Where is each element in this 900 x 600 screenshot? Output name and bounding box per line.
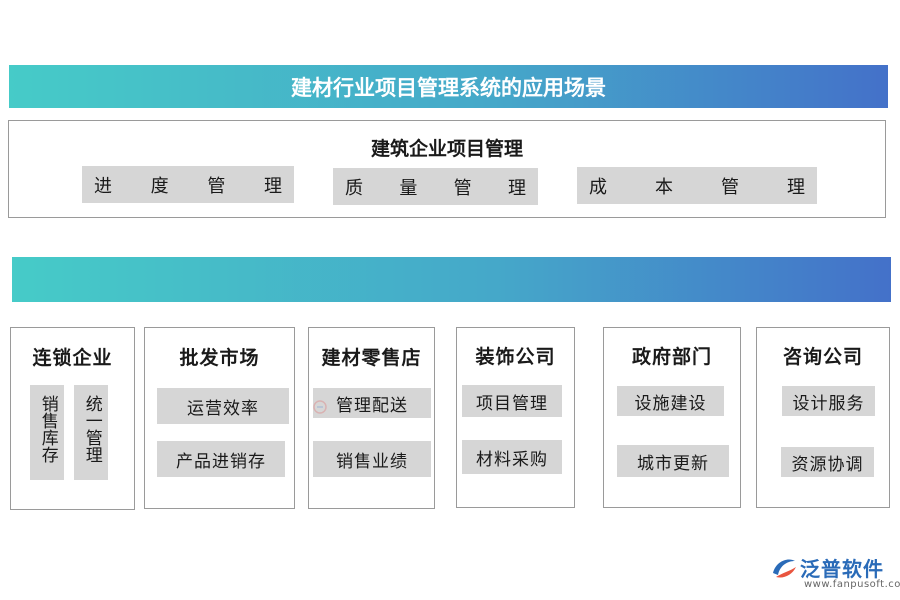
scenario-card-wholesale-market: 批发市场 运营效率 产品进销存 [144, 327, 295, 509]
tag-char: 管 [453, 177, 472, 199]
scenario-card-title: 连锁企业 [32, 347, 113, 369]
scenario-card-decoration-company: 装饰公司 项目管理 材料采购 [456, 327, 575, 508]
scenario-card-title: 咨询公司 [782, 346, 863, 368]
cost-management-tag: 成 本 管 理 [577, 167, 817, 204]
tag-char: 理 [507, 177, 526, 199]
scenario-item: 资源协调 [781, 447, 874, 477]
scenario-card-title: 建材零售店 [321, 347, 422, 369]
logo-name: 泛普软件 [800, 557, 884, 581]
fanpu-logo: 泛普软件 www.fanpusoft.com [770, 553, 900, 593]
construction-project-box: 建筑企业项目管理 进 度 管 理 质 量 管 理 成 本 管 理 [8, 120, 886, 218]
scenario-item: 项目管理 [462, 385, 562, 417]
tag-char: 成 [589, 176, 607, 198]
scenario-item: 材料采购 [462, 440, 562, 474]
scenario-item: 城市更新 [617, 445, 729, 477]
logo-url: www.fanpusoft.com [804, 579, 900, 590]
tag-char: 管 [721, 176, 739, 198]
scenario-banner [12, 257, 891, 302]
page-title: 建材行业项目管理系统的应用场景 [291, 74, 606, 100]
scenario-item: 统一管理 [74, 385, 108, 480]
scenario-card-retail-store: 建材零售店 管理配送 销售业绩 [308, 327, 435, 509]
tag-char: 质 [345, 177, 363, 199]
fanpu-logo-icon [773, 559, 796, 578]
scenario-card-chain-enterprise: 连锁企业 销售库存 统一管理 [10, 327, 135, 510]
tag-char: 进 [94, 175, 112, 197]
tag-char: 管 [207, 175, 226, 197]
scenario-item: 设施建设 [617, 386, 724, 416]
tag-char: 本 [655, 176, 673, 198]
watermark-icon [313, 400, 327, 414]
scenario-card-consulting: 咨询公司 设计服务 资源协调 [756, 327, 890, 508]
quality-management-tag: 质 量 管 理 [333, 168, 538, 205]
page-title-banner: 建材行业项目管理系统的应用场景 [9, 65, 888, 108]
progress-management-tag: 进 度 管 理 [82, 166, 294, 203]
scenario-item: 销售业绩 [313, 441, 431, 477]
tag-char: 量 [399, 177, 418, 199]
scenario-item: 产品进销存 [157, 441, 285, 477]
scenario-item: 设计服务 [782, 386, 875, 416]
tag-char: 理 [787, 176, 805, 198]
tag-char: 理 [263, 175, 282, 197]
construction-box-title: 建筑企业项目管理 [370, 138, 523, 160]
scenario-item: 销售库存 [30, 385, 64, 480]
scenario-card-government: 政府部门 设施建设 城市更新 [603, 327, 741, 508]
scenario-card-title: 批发市场 [179, 347, 260, 369]
scenario-item: 管理配送 [313, 388, 431, 418]
scenario-item: 运营效率 [157, 388, 289, 424]
tag-char: 度 [150, 175, 169, 197]
scenario-card-title: 装饰公司 [475, 346, 556, 368]
scenario-card-title: 政府部门 [631, 346, 712, 368]
